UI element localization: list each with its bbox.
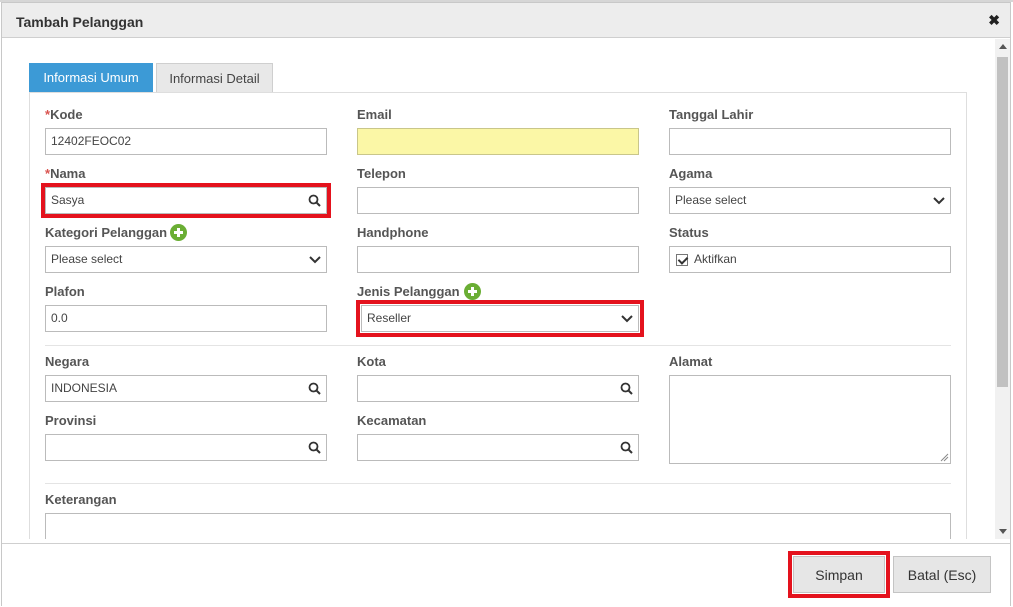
provinsi-label: Provinsi: [45, 413, 97, 428]
nama-field[interactable]: Sasya: [45, 187, 327, 214]
search-icon[interactable]: [308, 188, 321, 213]
search-icon[interactable]: [308, 376, 321, 401]
alamat-label: Alamat: [669, 354, 713, 369]
telepon-field[interactable]: [357, 187, 639, 214]
vertical-scrollbar[interactable]: [995, 39, 1010, 539]
kode-field[interactable]: 12402FEOC02: [45, 128, 327, 155]
search-icon[interactable]: [620, 376, 633, 401]
dialog-titlebar: Tambah Pelanggan ✖: [2, 3, 1010, 38]
kota-field[interactable]: [357, 375, 639, 402]
jenis-label: Jenis Pelanggan: [357, 284, 460, 299]
keterangan-label: Keterangan: [45, 492, 117, 507]
handphone-field[interactable]: [357, 246, 639, 273]
dialog-footer: Simpan Batal (Esc): [2, 543, 1010, 607]
status-label: Status: [669, 225, 709, 240]
plafon-label: Plafon: [45, 284, 85, 299]
email-label: Email: [357, 107, 392, 122]
negara-field[interactable]: INDONESIA: [45, 375, 327, 402]
provinsi-field[interactable]: [45, 434, 327, 461]
scroll-down-icon[interactable]: [999, 529, 1007, 534]
kecamatan-label: Kecamatan: [357, 413, 427, 428]
save-button[interactable]: Simpan: [793, 556, 885, 593]
nama-label: *Nama: [45, 166, 86, 181]
kategori-label: Kategori Pelanggan: [45, 225, 168, 240]
kategori-select[interactable]: Please select: [45, 246, 327, 273]
aktifkan-checkbox[interactable]: [676, 254, 688, 266]
aktifkan-label: Aktifkan: [694, 252, 737, 266]
scroll-up-icon[interactable]: [999, 44, 1007, 49]
search-icon[interactable]: [308, 435, 321, 460]
form-panel: *Kode 12402FEOC02 *Nama Sasya Kategori P…: [29, 92, 967, 539]
cancel-button[interactable]: Batal (Esc): [893, 556, 991, 593]
jenis-select[interactable]: Reseller: [361, 305, 639, 332]
add-jenis-icon[interactable]: [464, 283, 481, 300]
search-icon[interactable]: [620, 435, 633, 460]
resize-handle-icon[interactable]: [940, 453, 949, 462]
tanggal-lahir-field[interactable]: [669, 128, 951, 155]
negara-label: Negara: [45, 354, 90, 369]
chevron-down-icon: [309, 247, 321, 272]
close-icon[interactable]: ✖: [988, 13, 1000, 27]
add-customer-dialog: Tambah Pelanggan ✖ Informasi Umum Inform…: [1, 2, 1011, 607]
handphone-label: Handphone: [357, 225, 429, 240]
scroll-thumb[interactable]: [997, 57, 1008, 387]
kecamatan-field[interactable]: [357, 434, 639, 461]
add-kategori-icon[interactable]: [170, 224, 187, 241]
kota-label: Kota: [357, 354, 386, 369]
status-field: Aktifkan: [669, 246, 951, 273]
kode-label: *Kode: [45, 107, 83, 122]
tanggal-lahir-label: Tanggal Lahir: [669, 107, 754, 122]
email-field[interactable]: [357, 128, 639, 155]
section-divider: [45, 345, 951, 346]
telepon-label: Telepon: [357, 166, 406, 181]
agama-select[interactable]: Please select: [669, 187, 951, 214]
alamat-textarea[interactable]: [669, 375, 951, 464]
agama-label: Agama: [669, 166, 713, 181]
chevron-down-icon: [621, 306, 633, 331]
tab-informasi-umum[interactable]: Informasi Umum: [29, 63, 153, 92]
keterangan-textarea[interactable]: [45, 513, 951, 539]
dialog-content: Informasi Umum Informasi Detail *Kode 12…: [2, 39, 995, 539]
plafon-field[interactable]: 0.0: [45, 305, 327, 332]
section-divider: [45, 483, 951, 484]
dialog-title: Tambah Pelanggan: [16, 14, 144, 30]
tab-informasi-detail[interactable]: Informasi Detail: [156, 63, 273, 92]
chevron-down-icon: [933, 188, 945, 213]
